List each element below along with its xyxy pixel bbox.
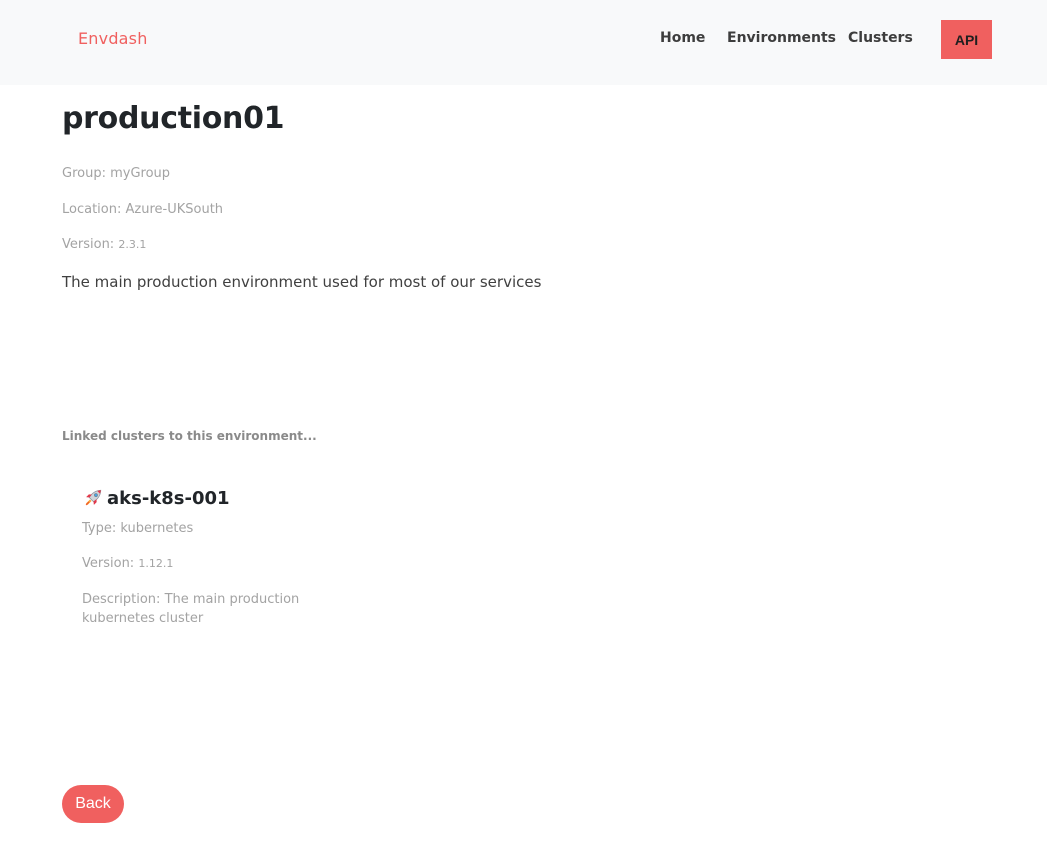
rocket-icon: [85, 489, 102, 506]
group-label: Group:: [62, 166, 111, 181]
cluster-description: Description: The main production kuberne…: [82, 590, 322, 628]
page-title: production01: [62, 101, 285, 136]
cluster-name: aks-k8s-001: [107, 487, 230, 509]
environment-description: The main production environment used for…: [62, 273, 542, 291]
nav-home-link[interactable]: Home: [660, 30, 705, 46]
version-value: 2.3.1: [118, 238, 147, 251]
linked-clusters-heading: Linked clusters to this environment...: [62, 429, 317, 443]
nav-environments-link[interactable]: Environments: [727, 30, 836, 46]
group-value: myGroup: [110, 166, 171, 181]
back-button[interactable]: Back: [62, 785, 124, 823]
cluster-title[interactable]: aks-k8s-001: [82, 487, 230, 509]
cluster-version-value: 1.12.1: [138, 557, 174, 570]
cluster-version: Version: 1.12.1: [82, 554, 173, 573]
cluster-type: Type: kubernetes: [82, 519, 193, 538]
brand-link[interactable]: Envdash: [78, 29, 148, 48]
cluster-version-label: Version:: [82, 556, 139, 571]
location-label: Location:: [62, 202, 126, 217]
nav-clusters-link[interactable]: Clusters: [848, 30, 913, 46]
navbar: Envdash Home Environments Clusters API: [0, 0, 1047, 85]
environment-version: Version: 2.3.1: [62, 237, 146, 252]
cluster-type-value: kubernetes: [120, 521, 194, 536]
version-label: Version:: [62, 237, 119, 252]
environment-location: Location: Azure-UKSouth: [62, 202, 223, 217]
api-button[interactable]: API: [941, 20, 992, 59]
cluster-description-label: Description:: [82, 592, 165, 607]
cluster-type-label: Type:: [82, 521, 121, 536]
location-value: Azure-UKSouth: [125, 202, 224, 217]
environment-group: Group: myGroup: [62, 166, 170, 181]
